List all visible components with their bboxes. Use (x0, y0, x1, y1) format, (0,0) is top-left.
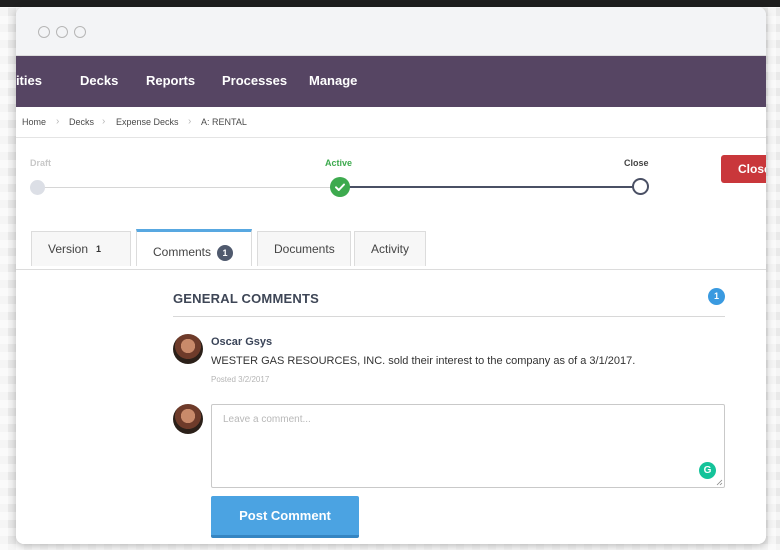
nav-item-entities[interactable]: Entities (16, 73, 42, 88)
tab-version[interactable]: Version 1 (31, 231, 131, 266)
check-icon (335, 183, 345, 191)
close-button[interactable]: Close (721, 155, 766, 183)
user-avatar (173, 334, 203, 364)
breadcrumb-decks[interactable]: Decks (69, 117, 94, 127)
window-minimize-dot[interactable] (56, 26, 68, 38)
tab-comments-label: Comments (153, 245, 212, 259)
app-window: Entities Decks Reports Processes Manage … (16, 7, 766, 544)
stage-node-close[interactable] (632, 178, 649, 195)
comments-panel: GENERAL COMMENTS 1 Oscar Gsys WESTER GAS… (16, 271, 766, 544)
chevron-right-icon: › (56, 116, 60, 127)
progress-track-remaining (340, 186, 640, 188)
stage-node-active[interactable] (330, 177, 350, 197)
breadcrumb-current: A: RENTAL (201, 117, 247, 127)
tab-version-count: 1 (96, 244, 102, 254)
comment-count-badge: 1 (708, 288, 725, 305)
status-progress: Draft Active Close Close (16, 138, 766, 233)
post-comment-button[interactable]: Post Comment (211, 496, 359, 538)
main-nav: Entities Decks Reports Processes Manage (16, 56, 766, 107)
nav-item-reports[interactable]: Reports (146, 73, 195, 88)
stage-label-close: Close (624, 158, 649, 168)
stage-label-active: Active (325, 158, 353, 168)
window-zoom-dot[interactable] (74, 26, 86, 38)
breadcrumb-expense-decks[interactable]: Expense Decks (116, 117, 179, 127)
resize-grip-icon[interactable] (716, 479, 723, 486)
window-close-dot[interactable] (38, 26, 50, 38)
chevron-right-icon: › (188, 116, 192, 127)
grammarly-icon[interactable]: G (699, 462, 716, 479)
nav-item-decks[interactable]: Decks (80, 73, 118, 88)
tab-documents-label: Documents (274, 242, 335, 256)
stage-node-draft[interactable] (30, 180, 45, 195)
tab-version-label: Version (48, 242, 89, 256)
nav-item-processes[interactable]: Processes (222, 73, 287, 88)
tab-comments[interactable]: Comments 1 (136, 229, 252, 266)
breadcrumb-home[interactable]: Home (22, 117, 46, 127)
chevron-right-icon: › (102, 116, 106, 127)
tab-bar: Version 1 Comments 1 Documents Activity (16, 229, 766, 270)
stage-label-draft: Draft (30, 158, 52, 168)
nav-item-manage[interactable]: Manage (309, 73, 357, 88)
tab-activity-label: Activity (371, 242, 410, 256)
comment-author[interactable]: Oscar Gsys (211, 336, 272, 348)
current-user-avatar (173, 404, 203, 434)
breadcrumb: Home › Decks › Expense Decks › A: RENTAL (16, 107, 766, 138)
tab-activity[interactable]: Activity (354, 231, 426, 266)
window-titlebar (16, 7, 766, 56)
section-title: GENERAL COMMENTS (173, 291, 319, 306)
progress-track-completed (38, 187, 340, 188)
comment-input[interactable] (211, 404, 725, 488)
tab-comments-count: 1 (217, 245, 234, 261)
desktop-top-strip (0, 0, 780, 7)
tab-documents[interactable]: Documents (257, 231, 351, 266)
comment-text: WESTER GAS RESOURCES, INC. sold their in… (211, 355, 636, 367)
comment-timestamp: Posted 3/2/2017 (211, 375, 270, 384)
section-divider (173, 316, 725, 317)
